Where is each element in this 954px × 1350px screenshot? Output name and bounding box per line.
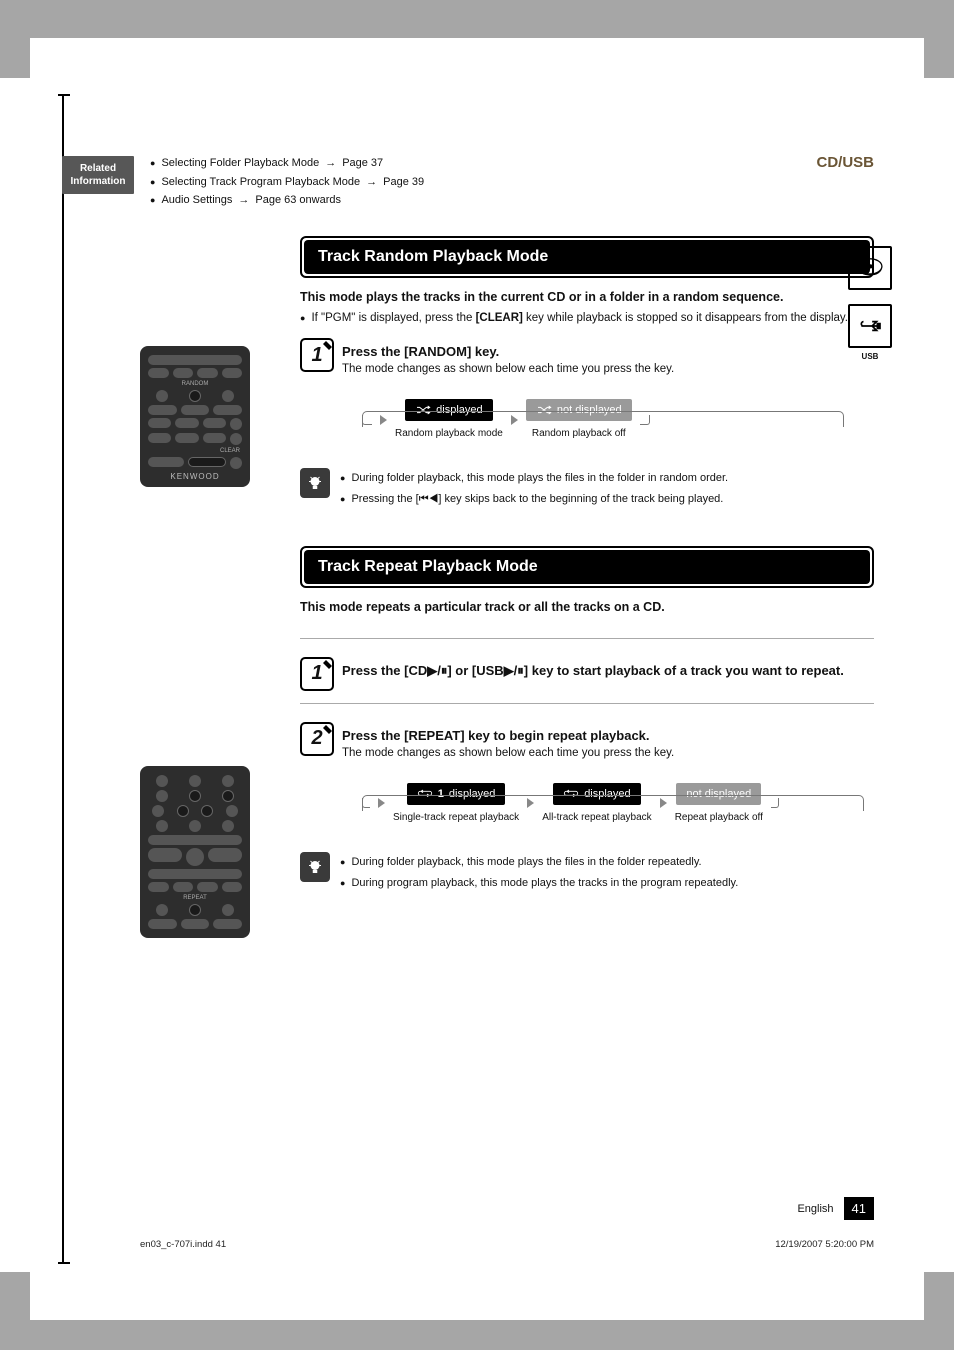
tip-list: During folder playback, this mode plays … — [340, 468, 728, 510]
related-item-ref: Page 37 — [342, 154, 383, 173]
remote-illustration-repeat: REPEAT — [140, 766, 250, 938]
remote-repeat-label: REPEAT — [146, 895, 244, 901]
note-prefix: If "PGM" is displayed, press the — [311, 312, 475, 324]
note-key: [CLEAR] — [476, 312, 523, 324]
footer-file: en03_c-707i.indd 41 — [140, 1239, 226, 1250]
left-crop-rule — [62, 96, 64, 1262]
tip-text: During folder playback, this mode plays … — [351, 852, 701, 873]
bullet-icon — [300, 310, 305, 326]
remote-random-key — [189, 390, 201, 402]
page-inner: Related Information Selecting Folder Pla… — [30, 38, 924, 1320]
repeat-step2-sub: The mode changes as shown below each tim… — [342, 747, 874, 759]
divider — [300, 638, 874, 639]
mode-single-caption: Single-track repeat playback — [393, 811, 519, 824]
arrow-icon — [238, 191, 249, 210]
flow-return-line — [362, 795, 864, 811]
remote-brand: KENWOOD — [146, 472, 244, 481]
note-suffix: key while playback is stopped so it disa… — [523, 312, 848, 324]
tip-list: During folder playback, this mode plays … — [340, 852, 738, 894]
repeat-step2-title: Press the [REPEAT] key to begin repeat p… — [342, 728, 874, 743]
title-frame: Track Random Playback Mode — [300, 236, 874, 278]
bullet-icon — [150, 154, 155, 173]
page-footer: English 41 — [140, 1197, 874, 1220]
remote-cd-play-key — [189, 790, 201, 802]
page-sheet: Related Information Selecting Folder Pla… — [0, 0, 954, 1350]
related-line2: Information — [66, 175, 130, 188]
step-number-1-icon: 1 — [300, 338, 334, 372]
bullet-icon — [340, 852, 345, 873]
related-item-text: Selecting Track Program Playback Mode — [161, 173, 360, 192]
remote-usb-play-key — [222, 790, 234, 802]
arrow-icon — [325, 154, 336, 173]
bullet-icon — [150, 191, 155, 210]
related-info-tag: Related Information — [62, 156, 134, 194]
step-number-1-icon: 1 — [300, 657, 334, 691]
repeat-step-1: 1 Press the [CD▶/⏸] or [USB▶/⏸] key to s… — [300, 663, 874, 679]
related-item-ref: Page 39 — [383, 173, 424, 192]
mode-off-caption: Random playback off — [532, 427, 626, 440]
random-intro: This mode plays the tracks in the curren… — [300, 290, 874, 304]
tip-bulb-icon — [300, 852, 330, 882]
random-note: If "PGM" is displayed, press the [CLEAR]… — [300, 310, 874, 326]
footer-timestamp: 12/19/2007 5:20:00 PM — [775, 1239, 874, 1250]
step-number-2-icon: 2 — [300, 722, 334, 756]
related-item-text: Audio Settings — [161, 191, 232, 210]
note-text: If "PGM" is displayed, press the [CLEAR]… — [311, 310, 848, 326]
running-footer: en03_c-707i.indd 41 12/19/2007 5:20:00 P… — [140, 1239, 874, 1250]
remote-illustration-random: RANDOM CLEAR KENWOOD — [140, 346, 250, 487]
random-step-1: 1 Press the [RANDOM] key. The mode chang… — [300, 344, 874, 440]
related-item-ref: Page 63 onwards — [255, 191, 341, 210]
section-header: CD/USB — [816, 154, 874, 171]
related-info-list: Selecting Folder Playback Mode Page 37 Se… — [150, 154, 424, 210]
mode-on-caption: Random playback mode — [395, 427, 503, 440]
page-number: 41 — [844, 1197, 874, 1220]
bullet-icon — [340, 873, 345, 894]
flow-return-line — [362, 411, 844, 427]
title-frame: Track Repeat Playback Mode — [300, 546, 874, 588]
repeat-step1-title: Press the [CD▶/⏸] or [USB▶/⏸] key to sta… — [342, 663, 874, 679]
divider — [300, 703, 874, 704]
related-item-text: Selecting Folder Playback Mode — [161, 154, 319, 173]
mode-none-caption: Repeat playback off — [675, 811, 763, 824]
tip-text: Pressing the [⏮◀] key skips back to the … — [351, 489, 723, 510]
related-line1: Related — [66, 162, 130, 175]
random-tips: During folder playback, this mode plays … — [300, 468, 874, 510]
bullet-icon — [150, 173, 155, 192]
random-step1-title: Press the [RANDOM] key. — [342, 344, 874, 359]
repeat-intro: This mode repeats a particular track or … — [300, 600, 874, 614]
bullet-icon — [340, 468, 345, 489]
repeat-title: Track Repeat Playback Mode — [304, 550, 870, 584]
footer-lang: English — [797, 1203, 833, 1215]
mode-all-caption: All-track repeat playback — [542, 811, 652, 824]
repeat-step-2: 2 Press the [REPEAT] key to begin repeat… — [300, 728, 874, 824]
bullet-icon — [340, 489, 345, 510]
remote-clear-label: CLEAR — [146, 448, 240, 454]
remote-repeat-key — [189, 904, 201, 916]
random-step1-sub: The mode changes as shown below each tim… — [342, 363, 874, 375]
random-section: Track Random Playback Mode This mode pla… — [300, 236, 874, 510]
repeat-section: Track Repeat Playback Mode This mode rep… — [300, 546, 874, 894]
content-area: Related Information Selecting Folder Pla… — [140, 96, 874, 1262]
random-title: Track Random Playback Mode — [304, 240, 870, 274]
tip-text: During folder playback, this mode plays … — [351, 468, 728, 489]
remote-random-label: RANDOM — [146, 381, 244, 387]
tip-text: During program playback, this mode plays… — [351, 873, 738, 894]
arrow-icon — [366, 173, 377, 192]
remote-clear-key — [188, 457, 226, 467]
tip-bulb-icon — [300, 468, 330, 498]
repeat-tips: During folder playback, this mode plays … — [300, 852, 874, 894]
